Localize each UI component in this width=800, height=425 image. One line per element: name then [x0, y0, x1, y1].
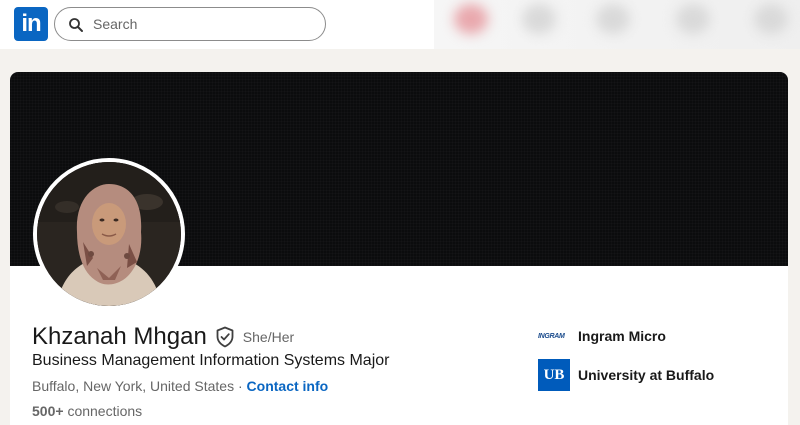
ingram-logo-text: INGRAM: [538, 332, 565, 340]
connections-label: connections: [67, 403, 143, 419]
profile-card: Khzanah Mhgan She/Her Business Managemen…: [10, 72, 788, 425]
nav-item-icon[interactable]: [754, 4, 788, 34]
contact-info-link[interactable]: Contact info: [247, 378, 329, 394]
linkedin-logo[interactable]: in: [14, 7, 48, 41]
pronouns: She/Her: [242, 329, 295, 345]
separator-dot: ·: [237, 378, 243, 394]
profile-name: Khzanah Mhgan: [32, 323, 207, 350]
org-ingram-micro[interactable]: INGRAM Ingram Micro: [538, 326, 666, 346]
org-label: Ingram Micro: [578, 328, 666, 344]
nav-item-icon[interactable]: [454, 4, 488, 34]
org-university-at-buffalo[interactable]: UB University at Buffalo: [538, 359, 714, 391]
name-row: Khzanah Mhgan She/Her: [32, 323, 294, 351]
nav-item-icon[interactable]: [522, 4, 556, 34]
search-icon: [69, 18, 83, 32]
search-input[interactable]: [93, 14, 313, 34]
search-bar[interactable]: [54, 7, 326, 41]
verified-shield-icon[interactable]: [215, 326, 235, 348]
ub-logo-text: UB: [543, 366, 565, 383]
profile-photo: [37, 162, 181, 306]
top-nav: in: [0, 0, 800, 49]
location-row: Buffalo, New York, United States · Conta…: [32, 378, 328, 394]
connections[interactable]: 500+ connections: [32, 403, 142, 419]
headline: Business Management Information Systems …: [32, 352, 390, 369]
ub-logo: UB: [538, 359, 570, 391]
location: Buffalo, New York, United States: [32, 378, 235, 394]
ingram-micro-logo: INGRAM: [538, 326, 570, 346]
connections-count: 500+: [32, 403, 64, 419]
nav-icons-blurred: [434, 0, 800, 49]
org-label: University at Buffalo: [578, 367, 715, 383]
nav-item-icon[interactable]: [676, 4, 710, 34]
avatar[interactable]: [33, 158, 185, 310]
nav-item-icon[interactable]: [596, 4, 630, 34]
